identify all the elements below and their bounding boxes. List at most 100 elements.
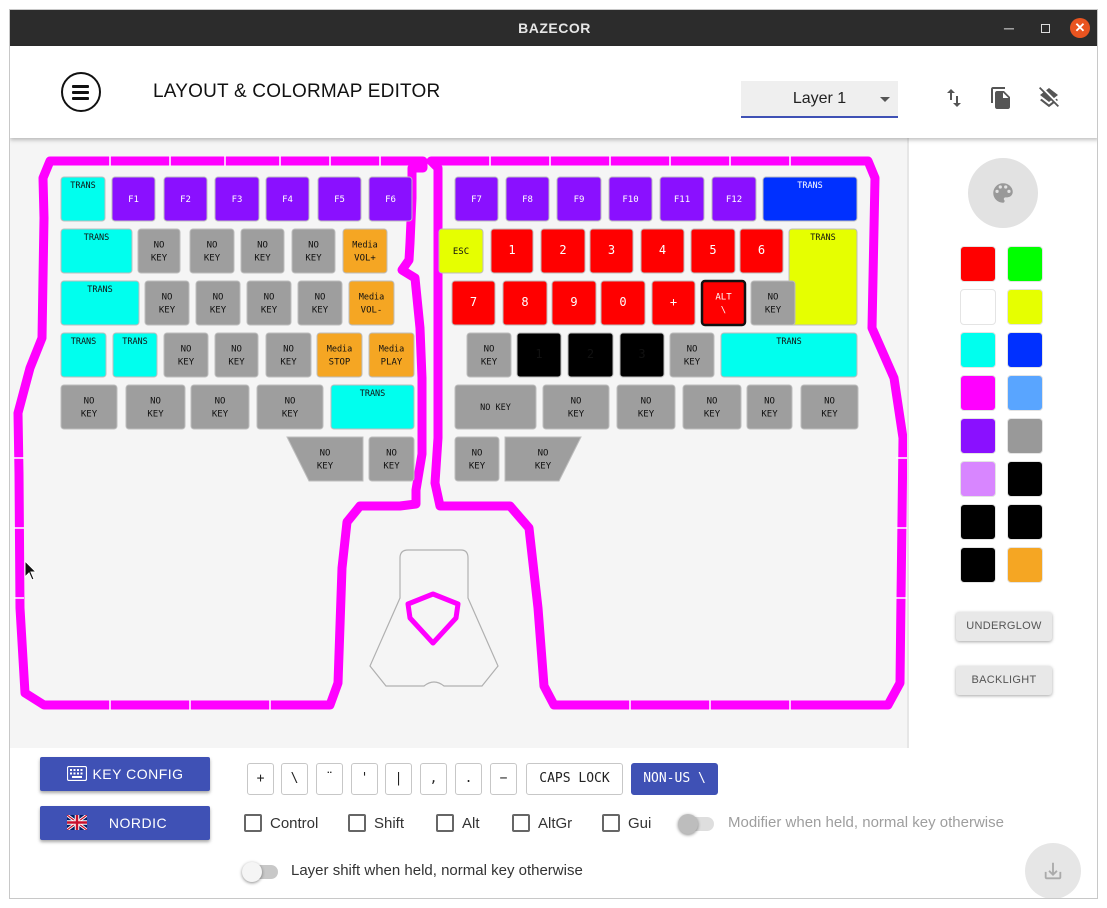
layers-clear-icon[interactable] — [1037, 86, 1061, 110]
key-no-key[interactable]: NO KEY — [750, 280, 796, 326]
color-swatch[interactable] — [1007, 461, 1043, 497]
key-button[interactable]: . — [455, 763, 482, 795]
key-7[interactable]: 7 — [451, 280, 496, 326]
color-swatch[interactable] — [1007, 289, 1043, 325]
key-alt-[interactable]: ALT \ — [700, 279, 747, 327]
key-no-key[interactable]: NO KEY — [669, 332, 715, 378]
key-no-key[interactable]: NO KEY — [616, 384, 676, 430]
key-button[interactable]: CAPS LOCK — [526, 763, 623, 795]
key-no-key[interactable]: NO KEY — [144, 280, 190, 326]
key-f2[interactable]: F2 — [163, 176, 208, 222]
underglow-button[interactable]: UNDERGLOW — [956, 612, 1052, 641]
key-no-key[interactable]: NO KEY — [746, 384, 793, 430]
key-no-key[interactable]: NO KEY — [163, 332, 209, 378]
key-config-button[interactable]: KEY CONFIG — [40, 757, 210, 791]
key-button[interactable]: \ — [281, 763, 308, 795]
key-1[interactable]: 1 — [516, 332, 562, 378]
key-0[interactable]: 0 — [600, 280, 646, 326]
key-button[interactable]: , — [420, 763, 447, 795]
key-trans[interactable]: TRANS — [762, 176, 858, 222]
color-swatch[interactable] — [1007, 418, 1043, 454]
import-export-icon[interactable] — [942, 86, 966, 110]
key-media-vol-[interactable]: Media VOL- — [348, 280, 395, 326]
key-button[interactable]: ' — [351, 763, 378, 795]
key-3[interactable]: 3 — [589, 228, 634, 274]
key-esc[interactable]: ESC — [438, 228, 484, 274]
key-no-key[interactable]: NO KEY — [504, 436, 582, 482]
key-6[interactable]: 6 — [739, 228, 784, 274]
palette-button[interactable] — [968, 158, 1038, 228]
key-trans[interactable]: TRANS — [330, 384, 415, 430]
language-button[interactable]: NORDIC — [40, 806, 210, 840]
key-no-key[interactable]: NO KEY — [297, 280, 343, 326]
checkbox-box[interactable] — [244, 814, 262, 832]
backlight-button[interactable]: BACKLIGHT — [956, 666, 1052, 695]
key-no-key[interactable]: NO KEY — [454, 436, 500, 482]
color-swatch[interactable] — [960, 332, 996, 368]
key-no-key[interactable]: NO KEY — [368, 436, 415, 482]
key-trans[interactable]: TRANS — [720, 332, 858, 378]
menu-button[interactable] — [61, 72, 101, 112]
layer-select[interactable]: Layer 1 — [741, 81, 898, 118]
key-3[interactable]: 3 — [619, 332, 665, 378]
key-no-key[interactable]: NO KEY — [682, 384, 742, 430]
key-no-key[interactable]: NO KEY — [542, 384, 610, 430]
key-f1[interactable]: F1 — [111, 176, 156, 222]
color-swatch[interactable] — [960, 547, 996, 583]
key-trans[interactable]: TRANS — [788, 228, 858, 326]
key-no-key[interactable]: NO KEY — [195, 280, 241, 326]
color-swatch[interactable] — [1007, 246, 1043, 282]
key-f9[interactable]: F9 — [556, 176, 602, 222]
key-f8[interactable]: F8 — [505, 176, 550, 222]
color-swatch[interactable] — [960, 418, 996, 454]
key-no-key[interactable]: NO KEY — [125, 384, 186, 430]
key-no-key[interactable]: NO KEY — [190, 384, 250, 430]
key-8[interactable]: 8 — [502, 280, 548, 326]
key-+[interactable]: + — [651, 280, 696, 326]
checkbox-box[interactable] — [602, 814, 620, 832]
key-no-key[interactable]: NO KEY — [256, 384, 324, 430]
key-f4[interactable]: F4 — [265, 176, 310, 222]
color-swatch[interactable] — [1007, 375, 1043, 411]
key-9[interactable]: 9 — [551, 280, 597, 326]
key-5[interactable]: 5 — [690, 228, 736, 274]
modifier-hold-toggle[interactable] — [678, 814, 714, 834]
key-button[interactable]: | — [385, 763, 412, 795]
key-f7[interactable]: F7 — [454, 176, 499, 222]
layer-shift-toggle[interactable] — [242, 862, 278, 882]
color-swatch[interactable] — [960, 375, 996, 411]
key-no-key[interactable]: NO KEY — [265, 332, 312, 378]
key-f11[interactable]: F11 — [659, 176, 705, 222]
key-f10[interactable]: F10 — [608, 176, 653, 222]
key-no-key[interactable]: NO KEY — [240, 228, 285, 274]
key-button[interactable]: − — [490, 763, 517, 795]
key-4[interactable]: 4 — [640, 228, 685, 274]
color-swatch[interactable] — [1007, 332, 1043, 368]
copy-icon[interactable] — [989, 86, 1013, 110]
key-no-key[interactable]: NO KEY — [214, 332, 259, 378]
key-f5[interactable]: F5 — [317, 176, 362, 222]
key-media-stop[interactable]: Media STOP — [316, 332, 363, 378]
key-trans[interactable]: TRANS — [60, 280, 140, 326]
key-1[interactable]: 1 — [490, 228, 534, 274]
minimize-icon[interactable]: ─ — [999, 18, 1019, 38]
key-f6[interactable]: F6 — [368, 176, 413, 222]
checkbox-box[interactable] — [348, 814, 366, 832]
key-media-vol+[interactable]: Media VOL+ — [342, 228, 388, 274]
key-trans[interactable]: TRANS — [60, 176, 106, 222]
key-trans[interactable]: TRANS — [112, 332, 158, 378]
color-swatch[interactable] — [1007, 504, 1043, 540]
key-no-key[interactable]: NO KEY — [189, 228, 235, 274]
key-no-key[interactable]: NO KEY — [291, 228, 336, 274]
key-2[interactable]: 2 — [567, 332, 614, 378]
key-button[interactable]: + — [247, 763, 274, 795]
key-media-play[interactable]: Media PLAY — [368, 332, 415, 378]
color-swatch[interactable] — [960, 504, 996, 540]
color-swatch[interactable] — [960, 289, 996, 325]
key-no-key[interactable]: NO KEY — [454, 384, 537, 430]
maximize-icon[interactable] — [1035, 18, 1055, 38]
color-swatch[interactable] — [960, 461, 996, 497]
checkbox-box[interactable] — [436, 814, 454, 832]
key-no-key[interactable]: NO KEY — [466, 332, 512, 378]
key-button[interactable]: ¨ — [316, 763, 343, 795]
